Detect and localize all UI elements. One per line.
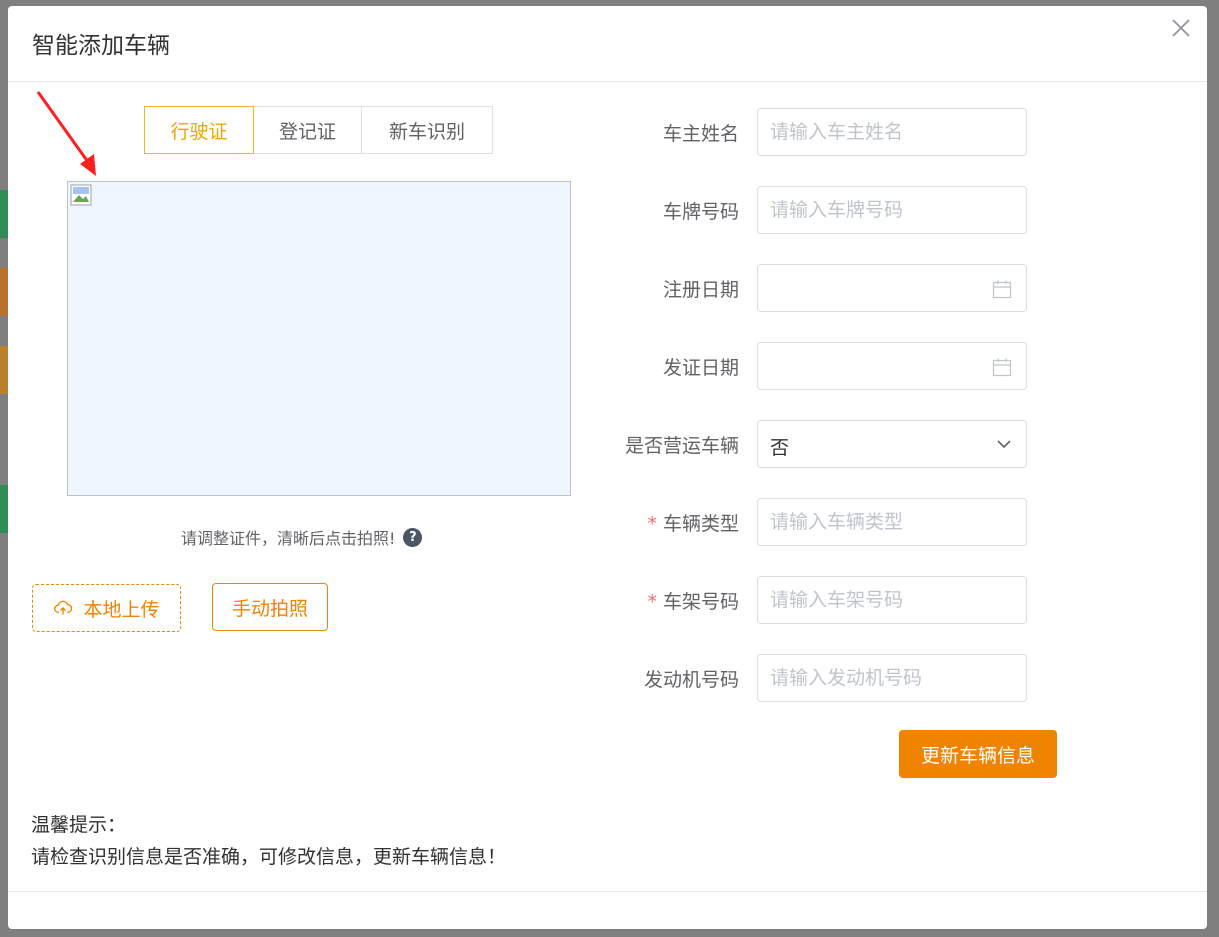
- local-upload-button[interactable]: 本地上传: [32, 584, 181, 632]
- required-mark: *: [647, 591, 657, 613]
- tab-new-car-recognition[interactable]: 新车识别: [361, 106, 493, 154]
- vin-label: * 车架号码: [647, 587, 739, 614]
- register-date-picker[interactable]: [757, 264, 1027, 312]
- owner-name-label: 车主姓名: [662, 123, 739, 145]
- manual-photo-button[interactable]: 手动拍照: [212, 583, 328, 631]
- camera-preview: [67, 181, 571, 496]
- issue-date-label: 发证日期: [662, 357, 739, 379]
- backdrop-strip-green-2: [0, 485, 8, 533]
- engine-number-label: 发动机号码: [643, 669, 739, 691]
- chevron-down-icon: [997, 440, 1011, 449]
- preview-hint: 请调整证件，清晰后点击拍照! ?: [181, 525, 423, 549]
- vin-input[interactable]: [757, 576, 1027, 624]
- dialog-title: 智能添加车辆: [32, 33, 170, 59]
- engine-number-input[interactable]: [757, 654, 1027, 702]
- calendar-icon: [992, 280, 1012, 299]
- local-upload-label: 本地上传: [83, 598, 160, 621]
- issue-date-picker[interactable]: [757, 342, 1027, 390]
- plate-number-label: 车牌号码: [662, 201, 739, 223]
- commercial-vehicle-label: 是否营运车辆: [624, 435, 739, 457]
- broken-image-icon: [70, 184, 92, 206]
- tab-driving-license[interactable]: 行驶证: [144, 106, 254, 154]
- red-arrow-annotation: [36, 91, 96, 176]
- preview-hint-text: 请调整证件，清晰后点击拍照!: [181, 529, 396, 548]
- footer-divider: [8, 891, 1207, 892]
- tab-registration-certificate[interactable]: 登记证: [253, 106, 362, 154]
- owner-name-input[interactable]: [757, 108, 1027, 156]
- commercial-vehicle-value: 否: [770, 437, 790, 459]
- tips-heading: 温馨提示：: [31, 814, 127, 836]
- tips-body: 请检查识别信息是否准确，可修改信息，更新车辆信息！: [31, 846, 507, 868]
- plate-number-input[interactable]: [757, 186, 1027, 234]
- calendar-icon: [992, 358, 1012, 377]
- update-vehicle-info-button[interactable]: 更新车辆信息: [899, 730, 1057, 778]
- vehicle-type-label-text: 车辆类型: [662, 513, 739, 535]
- help-icon[interactable]: ?: [403, 527, 423, 547]
- document-tabs: 行驶证 登记证 新车识别: [144, 106, 493, 154]
- close-icon[interactable]: [1169, 16, 1193, 40]
- commercial-vehicle-select[interactable]: 否: [757, 420, 1027, 468]
- vehicle-type-label: * 车辆类型: [647, 509, 739, 536]
- backdrop-strip-orange-2: [0, 346, 8, 394]
- smart-add-vehicle-dialog: 智能添加车辆 行驶证 登记证 新车识别 请调整证件，清晰后点击拍照! ? 本地上…: [8, 6, 1207, 929]
- vin-label-text: 车架号码: [662, 591, 739, 613]
- register-date-label: 注册日期: [662, 279, 739, 301]
- backdrop-strip-orange: [0, 268, 8, 316]
- required-mark: *: [647, 513, 657, 535]
- vehicle-type-input[interactable]: [757, 498, 1027, 546]
- cloud-upload-icon: [54, 600, 73, 615]
- dialog-header: 智能添加车辆: [8, 6, 1207, 82]
- backdrop-strip-green: [0, 190, 8, 238]
